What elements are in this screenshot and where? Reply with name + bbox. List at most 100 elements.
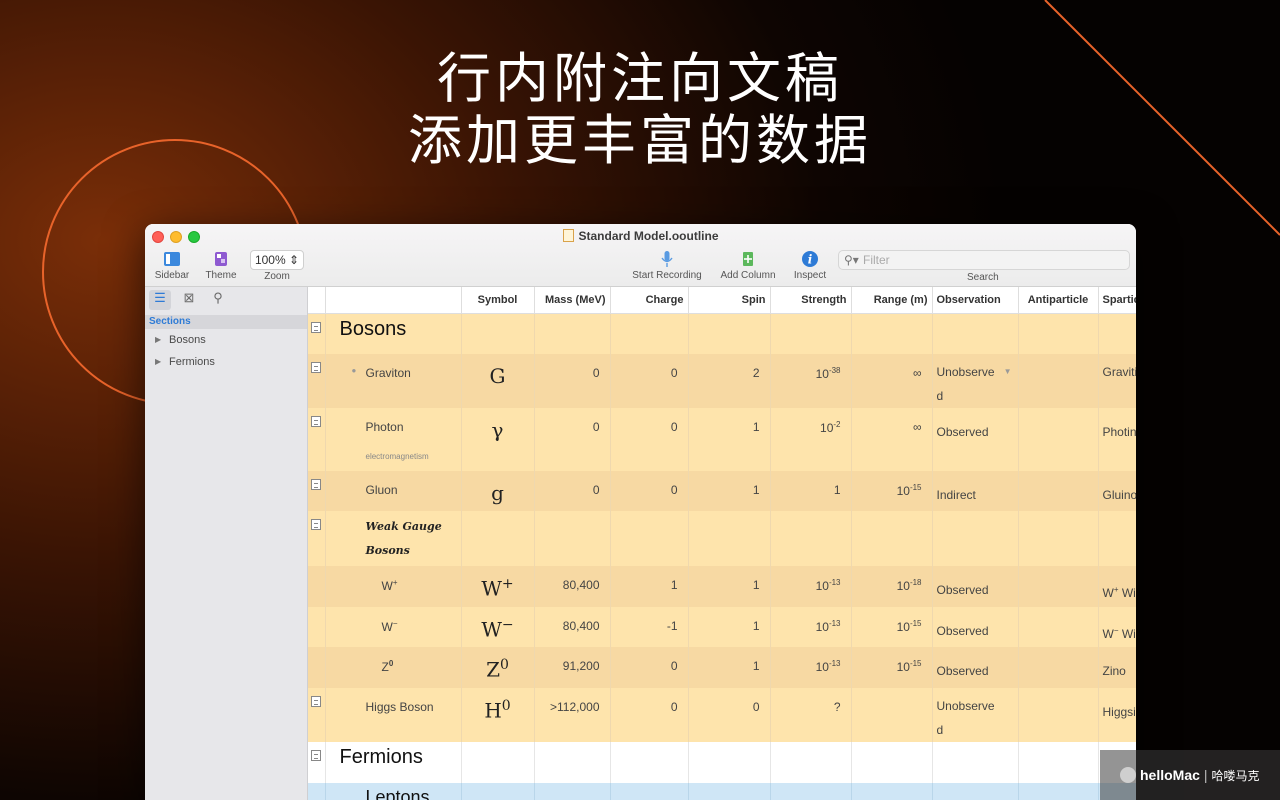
sparticle-cell[interactable]: W− Wi: [1098, 607, 1136, 647]
range-cell[interactable]: [851, 688, 933, 742]
symbol-cell[interactable]: g: [461, 471, 535, 511]
sidebar-item-bosons[interactable]: ▶ Bosons: [145, 329, 307, 351]
table-row[interactable]: Weak Gauge Bosons: [308, 511, 1136, 566]
column-header-symbol[interactable]: Symbol: [461, 287, 535, 314]
strength-cell[interactable]: 10-13: [770, 647, 852, 688]
table-row[interactable]: Bosons: [308, 313, 1136, 354]
sparticle-cell[interactable]: Higgsino: [1098, 688, 1136, 742]
note-icon[interactable]: [311, 479, 322, 490]
table-row[interactable]: W− W− 80,400 -1 1 10-13 10-15 Observed W…: [308, 607, 1136, 647]
filter-input[interactable]: ⚲▾ Filter: [838, 250, 1130, 270]
antiparticle-cell[interactable]: [1018, 354, 1099, 408]
note-icon[interactable]: [311, 696, 322, 707]
table-row[interactable]: Photon electromagnetism γ 0 0 1 10-2 ∞ Ob…: [308, 408, 1136, 471]
row-topic[interactable]: Gluon: [325, 471, 462, 511]
styles-tab-icon[interactable]: ⊠: [178, 290, 200, 310]
start-recording-button[interactable]: Start Recording: [629, 250, 705, 281]
sparticle-cell[interactable]: Gravitin: [1098, 354, 1136, 408]
observation-cell[interactable]: Unobserve d: [932, 688, 1019, 742]
spin-cell[interactable]: 2: [688, 354, 771, 408]
range-cell[interactable]: ∞: [851, 354, 933, 408]
strength-cell[interactable]: 10-2: [770, 408, 852, 471]
mass-cell[interactable]: 80,400: [534, 566, 611, 607]
sparticle-cell[interactable]: W+ Wi: [1098, 566, 1136, 607]
row-topic[interactable]: Photon electromagnetism: [325, 408, 462, 471]
observation-cell[interactable]: ▼ Unobserve d: [932, 354, 1019, 408]
search-tab-icon[interactable]: ⚲: [207, 290, 229, 310]
row-topic[interactable]: Bosons: [325, 313, 462, 354]
column-header-sparticle[interactable]: Sparticl: [1098, 287, 1136, 314]
mass-cell[interactable]: 0: [534, 471, 611, 511]
observation-cell[interactable]: Indirect: [932, 471, 1019, 511]
symbol-cell[interactable]: Z0: [461, 647, 535, 688]
antiparticle-cell[interactable]: [1018, 471, 1099, 511]
charge-cell[interactable]: 0: [610, 408, 689, 471]
strength-cell[interactable]: 10-38: [770, 354, 852, 408]
range-cell[interactable]: 10-15: [851, 471, 933, 511]
column-header-mass[interactable]: Mass (MeV): [534, 287, 611, 314]
symbol-cell[interactable]: W+: [461, 566, 535, 607]
table-row[interactable]: Fermions: [308, 742, 1136, 783]
row-topic[interactable]: W+: [325, 566, 462, 607]
table-row[interactable]: Higgs Boson H0 >112,000 0 0 ? Unobserve d…: [308, 688, 1136, 742]
column-header-range[interactable]: Range (m): [851, 287, 933, 314]
note-icon[interactable]: [311, 321, 322, 333]
spin-cell[interactable]: 0: [688, 688, 771, 742]
row-topic[interactable]: Leptons: [325, 783, 462, 800]
sections-tab-icon[interactable]: ☰: [149, 290, 171, 310]
spin-cell[interactable]: 1: [688, 471, 771, 511]
charge-cell[interactable]: 0: [610, 354, 689, 408]
spin-cell[interactable]: 1: [688, 607, 771, 647]
column-header-charge[interactable]: Charge: [610, 287, 689, 314]
row-topic[interactable]: Higgs Boson: [325, 688, 462, 742]
observation-cell[interactable]: Observed: [932, 607, 1019, 647]
table-row[interactable]: W+ W+ 80,400 1 1 10-13 10-18 Observed W+…: [308, 566, 1136, 607]
observation-cell[interactable]: Observed: [932, 408, 1019, 471]
zoom-control[interactable]: 100% ⇕ Zoom: [249, 250, 305, 282]
symbol-cell[interactable]: H0: [461, 688, 535, 742]
symbol-cell[interactable]: G: [461, 354, 535, 408]
symbol-cell[interactable]: W−: [461, 607, 535, 647]
table-row[interactable]: ● Graviton G 0 0 2 10-38 ∞ ▼ Unobserve d Gr…: [308, 354, 1136, 408]
row-topic[interactable]: Fermions: [325, 742, 462, 783]
charge-cell[interactable]: 0: [610, 688, 689, 742]
antiparticle-cell[interactable]: [1018, 688, 1099, 742]
strength-cell[interactable]: 10-13: [770, 566, 852, 607]
column-header-antiparticle[interactable]: Antiparticle: [1018, 287, 1099, 314]
add-column-button[interactable]: Add Column: [717, 250, 779, 281]
note-icon[interactable]: [311, 362, 322, 373]
column-header-spin[interactable]: Spin: [688, 287, 771, 314]
antiparticle-cell[interactable]: [1018, 566, 1099, 607]
row-topic[interactable]: Z0: [325, 647, 462, 688]
range-cell[interactable]: 10-15: [851, 647, 933, 688]
table-row[interactable]: Z0 Z0 91,200 0 1 10-13 10-15 Observed Zi…: [308, 647, 1136, 688]
zoom-stepper[interactable]: 100% ⇕: [250, 250, 304, 270]
row-topic[interactable]: ● Graviton: [325, 354, 462, 408]
column-header-observation[interactable]: Observation: [932, 287, 1019, 314]
dropdown-arrow-icon[interactable]: ▼: [1004, 360, 1012, 384]
mass-cell[interactable]: 91,200: [534, 647, 611, 688]
sidebar-item-fermions[interactable]: ▶ Fermions: [145, 351, 307, 373]
spin-cell[interactable]: 1: [688, 408, 771, 471]
column-header-strength[interactable]: Strength: [770, 287, 852, 314]
charge-cell[interactable]: 1: [610, 566, 689, 607]
charge-cell[interactable]: 0: [610, 647, 689, 688]
charge-cell[interactable]: 0: [610, 471, 689, 511]
spin-cell[interactable]: 1: [688, 647, 771, 688]
antiparticle-cell[interactable]: [1018, 408, 1099, 471]
row-topic[interactable]: Weak Gauge Bosons: [325, 511, 462, 566]
table-row[interactable]: Leptons: [308, 783, 1136, 800]
charge-cell[interactable]: -1: [610, 607, 689, 647]
row-topic[interactable]: W−: [325, 607, 462, 647]
mass-cell[interactable]: 0: [534, 408, 611, 471]
antiparticle-cell[interactable]: [1018, 607, 1099, 647]
range-cell[interactable]: 10-15: [851, 607, 933, 647]
mass-cell[interactable]: >112,000: [534, 688, 611, 742]
sidebar-button[interactable]: Sidebar: [153, 250, 191, 281]
observation-cell[interactable]: Observed: [932, 566, 1019, 607]
antiparticle-cell[interactable]: [1018, 647, 1099, 688]
sparticle-cell[interactable]: Zino: [1098, 647, 1136, 688]
note-icon[interactable]: [311, 519, 322, 530]
symbol-cell[interactable]: γ: [461, 408, 535, 471]
note-icon[interactable]: [311, 750, 322, 761]
